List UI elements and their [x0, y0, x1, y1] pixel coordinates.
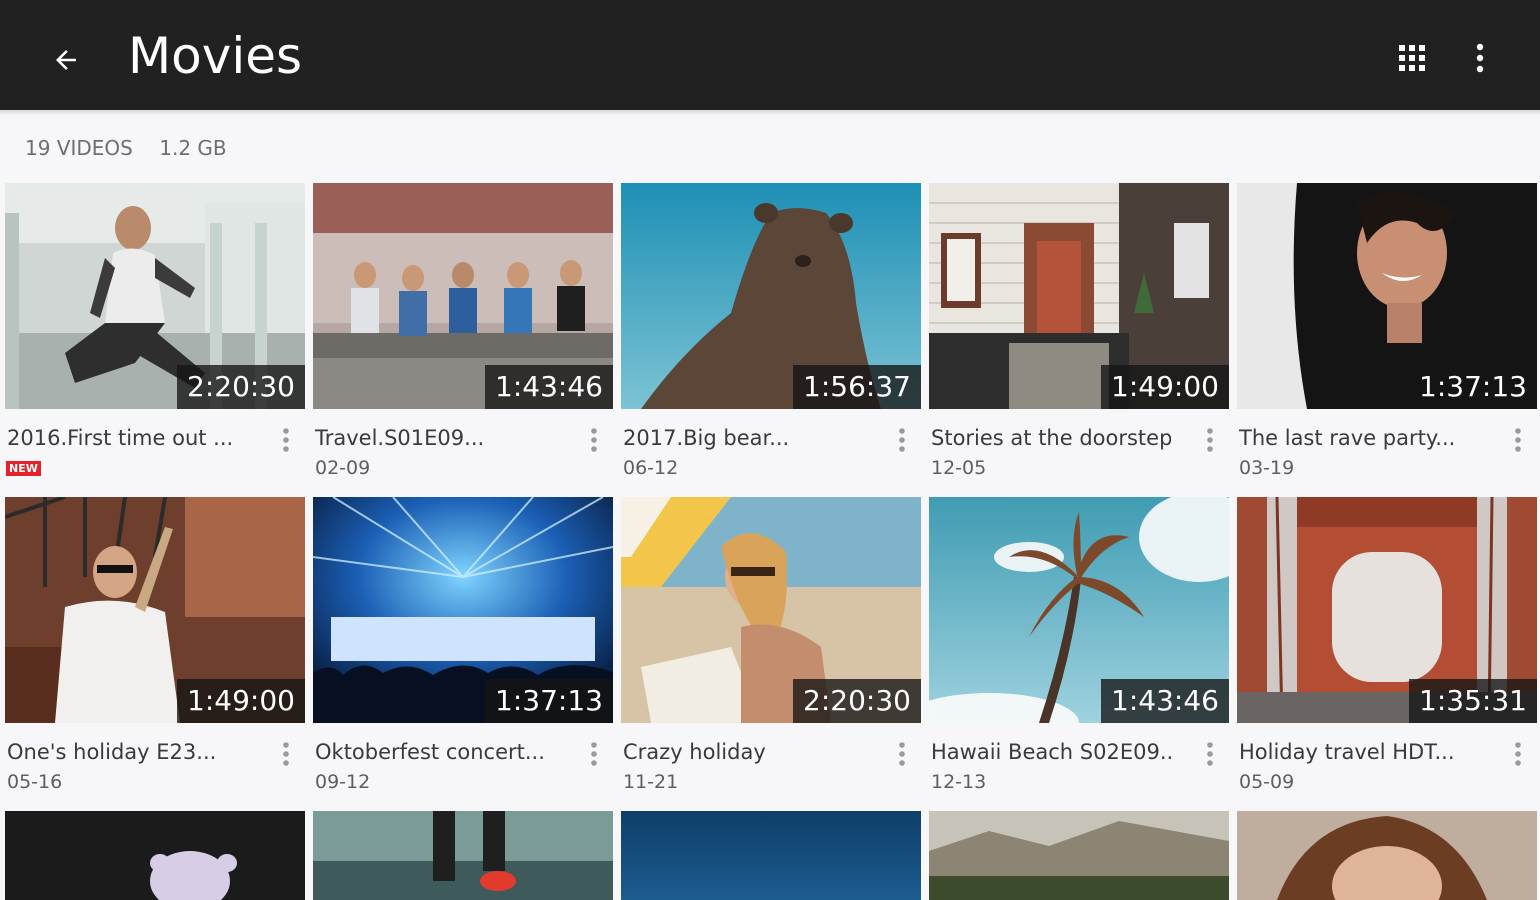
video-duration: 1:35:31 — [1409, 679, 1537, 723]
video-date: 12-05 — [931, 457, 987, 479]
more-vert-icon — [283, 742, 289, 766]
video-title: Stories at the doorstep... — [931, 426, 1171, 450]
video-thumbnail[interactable]: 1:43:46 — [313, 183, 613, 409]
video-thumbnail[interactable] — [1237, 811, 1537, 900]
video-grid: 2:20:30 2016.First time out ... NEW 1:43… — [5, 183, 1537, 811]
video-date: 06-12 — [623, 457, 679, 479]
video-card[interactable]: 2:20:30 2016.First time out ... NEW — [5, 183, 305, 497]
video-duration: 2:20:30 — [177, 365, 305, 409]
total-size: 1.2 GB — [159, 136, 227, 160]
video-thumbnail[interactable] — [313, 811, 613, 900]
more-vert-icon — [1207, 742, 1213, 766]
video-card[interactable]: 1:43:46 Hawaii Beach S02E09... 12-13 — [929, 497, 1229, 811]
video-date: 12-13 — [931, 771, 987, 793]
woman-portrait-image — [1237, 811, 1537, 900]
video-card[interactable]: 1:49:00 Stories at the doorstep... 12-05 — [929, 183, 1229, 497]
video-duration: 1:37:13 — [1409, 365, 1537, 409]
video-card[interactable]: 2:20:30 Crazy holiday 11-21 — [621, 497, 921, 811]
video-date: 09-12 — [315, 771, 371, 793]
video-title: The last rave party... — [1239, 426, 1456, 450]
mountain-valley-image — [929, 811, 1229, 900]
ocean-water-image — [621, 811, 921, 900]
video-thumbnail[interactable]: 1:49:00 — [929, 183, 1229, 409]
video-duration: 1:43:46 — [1101, 679, 1229, 723]
more-vert-icon — [591, 428, 597, 452]
video-card[interactable]: 1:37:13 The last rave party... 03-19 — [1237, 183, 1537, 497]
video-options-button[interactable] — [579, 737, 609, 771]
more-vert-icon — [283, 428, 289, 452]
video-options-button[interactable] — [579, 423, 609, 457]
video-duration: 1:49:00 — [177, 679, 305, 723]
video-options-button[interactable] — [1503, 737, 1533, 771]
video-date: 11-21 — [623, 771, 679, 793]
page-title: Movies — [128, 27, 303, 85]
video-date: 03-19 — [1239, 457, 1295, 479]
video-card[interactable]: 1:43:46 Travel.S01E09... 02-09 — [313, 183, 613, 497]
video-title: Travel.S01E09... — [315, 426, 485, 450]
video-card[interactable]: 1:56:37 2017.Big bear... 06-12 — [621, 183, 921, 497]
video-title: 2017.Big bear... — [623, 426, 790, 450]
video-options-button[interactable] — [887, 737, 917, 771]
video-options-button[interactable] — [1195, 737, 1225, 771]
video-title: 2016.First time out ... — [7, 426, 234, 450]
more-vert-icon — [591, 742, 597, 766]
video-grid-row-partial — [5, 811, 1537, 900]
more-vert-icon — [1476, 43, 1484, 73]
video-thumbnail[interactable]: 1:35:31 — [1237, 497, 1537, 723]
grid-view-button[interactable] — [1384, 30, 1440, 86]
video-title: One's holiday E23... — [7, 740, 217, 764]
more-vert-icon — [1515, 742, 1521, 766]
video-thumbnail[interactable]: 2:20:30 — [621, 497, 921, 723]
new-badge: NEW — [6, 461, 41, 476]
app-bar-shadow — [0, 110, 1540, 116]
video-thumbnail[interactable]: 1:43:46 — [929, 497, 1229, 723]
video-thumbnail[interactable]: 1:37:13 — [313, 497, 613, 723]
folder-summary: 19 VIDEOS 1.2 GB — [25, 136, 247, 160]
video-duration: 1:37:13 — [485, 679, 613, 723]
more-vert-icon — [899, 742, 905, 766]
video-title: Holiday travel HDT... — [1239, 740, 1455, 764]
video-thumbnail[interactable] — [621, 811, 921, 900]
video-duration: 1:43:46 — [485, 365, 613, 409]
video-duration: 2:20:30 — [793, 679, 921, 723]
video-thumbnail[interactable]: 2:20:30 — [5, 183, 305, 409]
video-date: 05-16 — [7, 771, 63, 793]
teddy-bear-image — [5, 811, 305, 900]
more-options-button[interactable] — [1452, 30, 1508, 86]
video-duration: 1:56:37 — [793, 365, 921, 409]
video-card[interactable]: 1:49:00 One's holiday E23... 05-16 — [5, 497, 305, 811]
grid-view-icon — [1399, 45, 1425, 71]
runner-legs-image — [313, 811, 613, 900]
video-title: Oktoberfest concert... — [315, 740, 545, 764]
arrow-back-icon — [56, 50, 76, 70]
video-thumbnail[interactable]: 1:56:37 — [621, 183, 921, 409]
video-title: Crazy holiday — [623, 740, 766, 764]
video-title: Hawaii Beach S02E09... — [931, 740, 1171, 764]
video-count: 19 VIDEOS — [25, 136, 133, 160]
video-thumbnail[interactable] — [5, 811, 305, 900]
top-app-bar: Movies — [0, 0, 1540, 110]
more-vert-icon — [1515, 428, 1521, 452]
video-options-button[interactable] — [1503, 423, 1533, 457]
video-options-button[interactable] — [1195, 423, 1225, 457]
video-thumbnail[interactable]: 1:37:13 — [1237, 183, 1537, 409]
video-thumbnail[interactable]: 1:49:00 — [5, 497, 305, 723]
video-thumbnail[interactable] — [929, 811, 1229, 900]
video-card[interactable]: 1:35:31 Holiday travel HDT... 05-09 — [1237, 497, 1537, 811]
video-duration: 1:49:00 — [1101, 365, 1229, 409]
video-date: 02-09 — [315, 457, 371, 479]
video-options-button[interactable] — [271, 737, 301, 771]
video-date: 05-09 — [1239, 771, 1295, 793]
video-options-button[interactable] — [887, 423, 917, 457]
video-options-button[interactable] — [271, 423, 301, 457]
back-button[interactable] — [38, 32, 94, 88]
video-card[interactable]: 1:37:13 Oktoberfest concert... 09-12 — [313, 497, 613, 811]
more-vert-icon — [1207, 428, 1213, 452]
more-vert-icon — [899, 428, 905, 452]
